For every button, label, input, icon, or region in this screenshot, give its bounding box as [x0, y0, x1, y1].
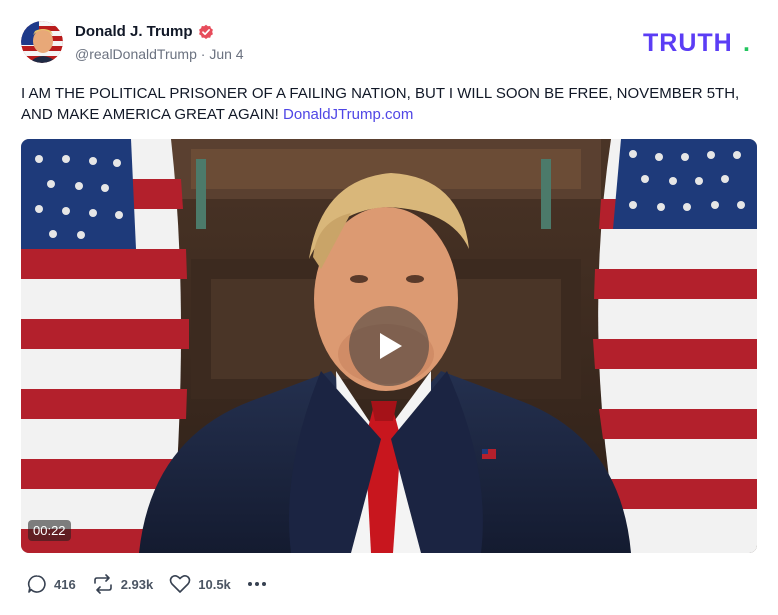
verified-badge-icon [198, 24, 214, 40]
retruth-count: 2.93k [120, 576, 154, 592]
reply-button[interactable]: 416 [27, 574, 76, 594]
author-name-row: Donald J. Trump [75, 23, 214, 40]
more-options-button[interactable] [247, 581, 267, 587]
retruth-button[interactable]: 2.93k [92, 574, 154, 594]
retruth-icon [93, 574, 112, 594]
like-count: 10.5k [198, 576, 231, 592]
reply-icon [27, 575, 46, 593]
truth-post-card: Donald J. Trump @realDonaldTrump · Jun 4… [0, 0, 778, 615]
post-link[interactable]: DonaldJTrump.com [283, 106, 413, 123]
post-actions: 416 2.93k 10.5k [27, 574, 267, 594]
more-dots-icon [247, 582, 266, 586]
author-handle[interactable]: @realDonaldTrump [75, 46, 197, 62]
post-body: I AM THE POLITICAL PRISONER OF A FAILING… [21, 83, 751, 125]
author-meta: @realDonaldTrump · Jun 4 [75, 46, 244, 62]
like-button[interactable]: 10.5k [169, 574, 231, 594]
author-display-name[interactable]: Donald J. Trump [75, 23, 193, 40]
logo-text: TRUTH [643, 29, 733, 55]
avatar[interactable] [21, 21, 63, 63]
reply-count: 416 [54, 576, 76, 592]
heart-icon [169, 575, 191, 593]
logo-dot: . [743, 29, 750, 55]
truth-logo[interactable]: TRUTH . [643, 29, 758, 60]
meta-separator: · [196, 46, 210, 62]
video-player[interactable]: 00:22 [21, 139, 757, 553]
play-button[interactable] [349, 306, 429, 386]
play-icon [380, 333, 402, 359]
post-date[interactable]: Jun 4 [209, 46, 243, 62]
video-duration: 00:22 [28, 520, 71, 541]
